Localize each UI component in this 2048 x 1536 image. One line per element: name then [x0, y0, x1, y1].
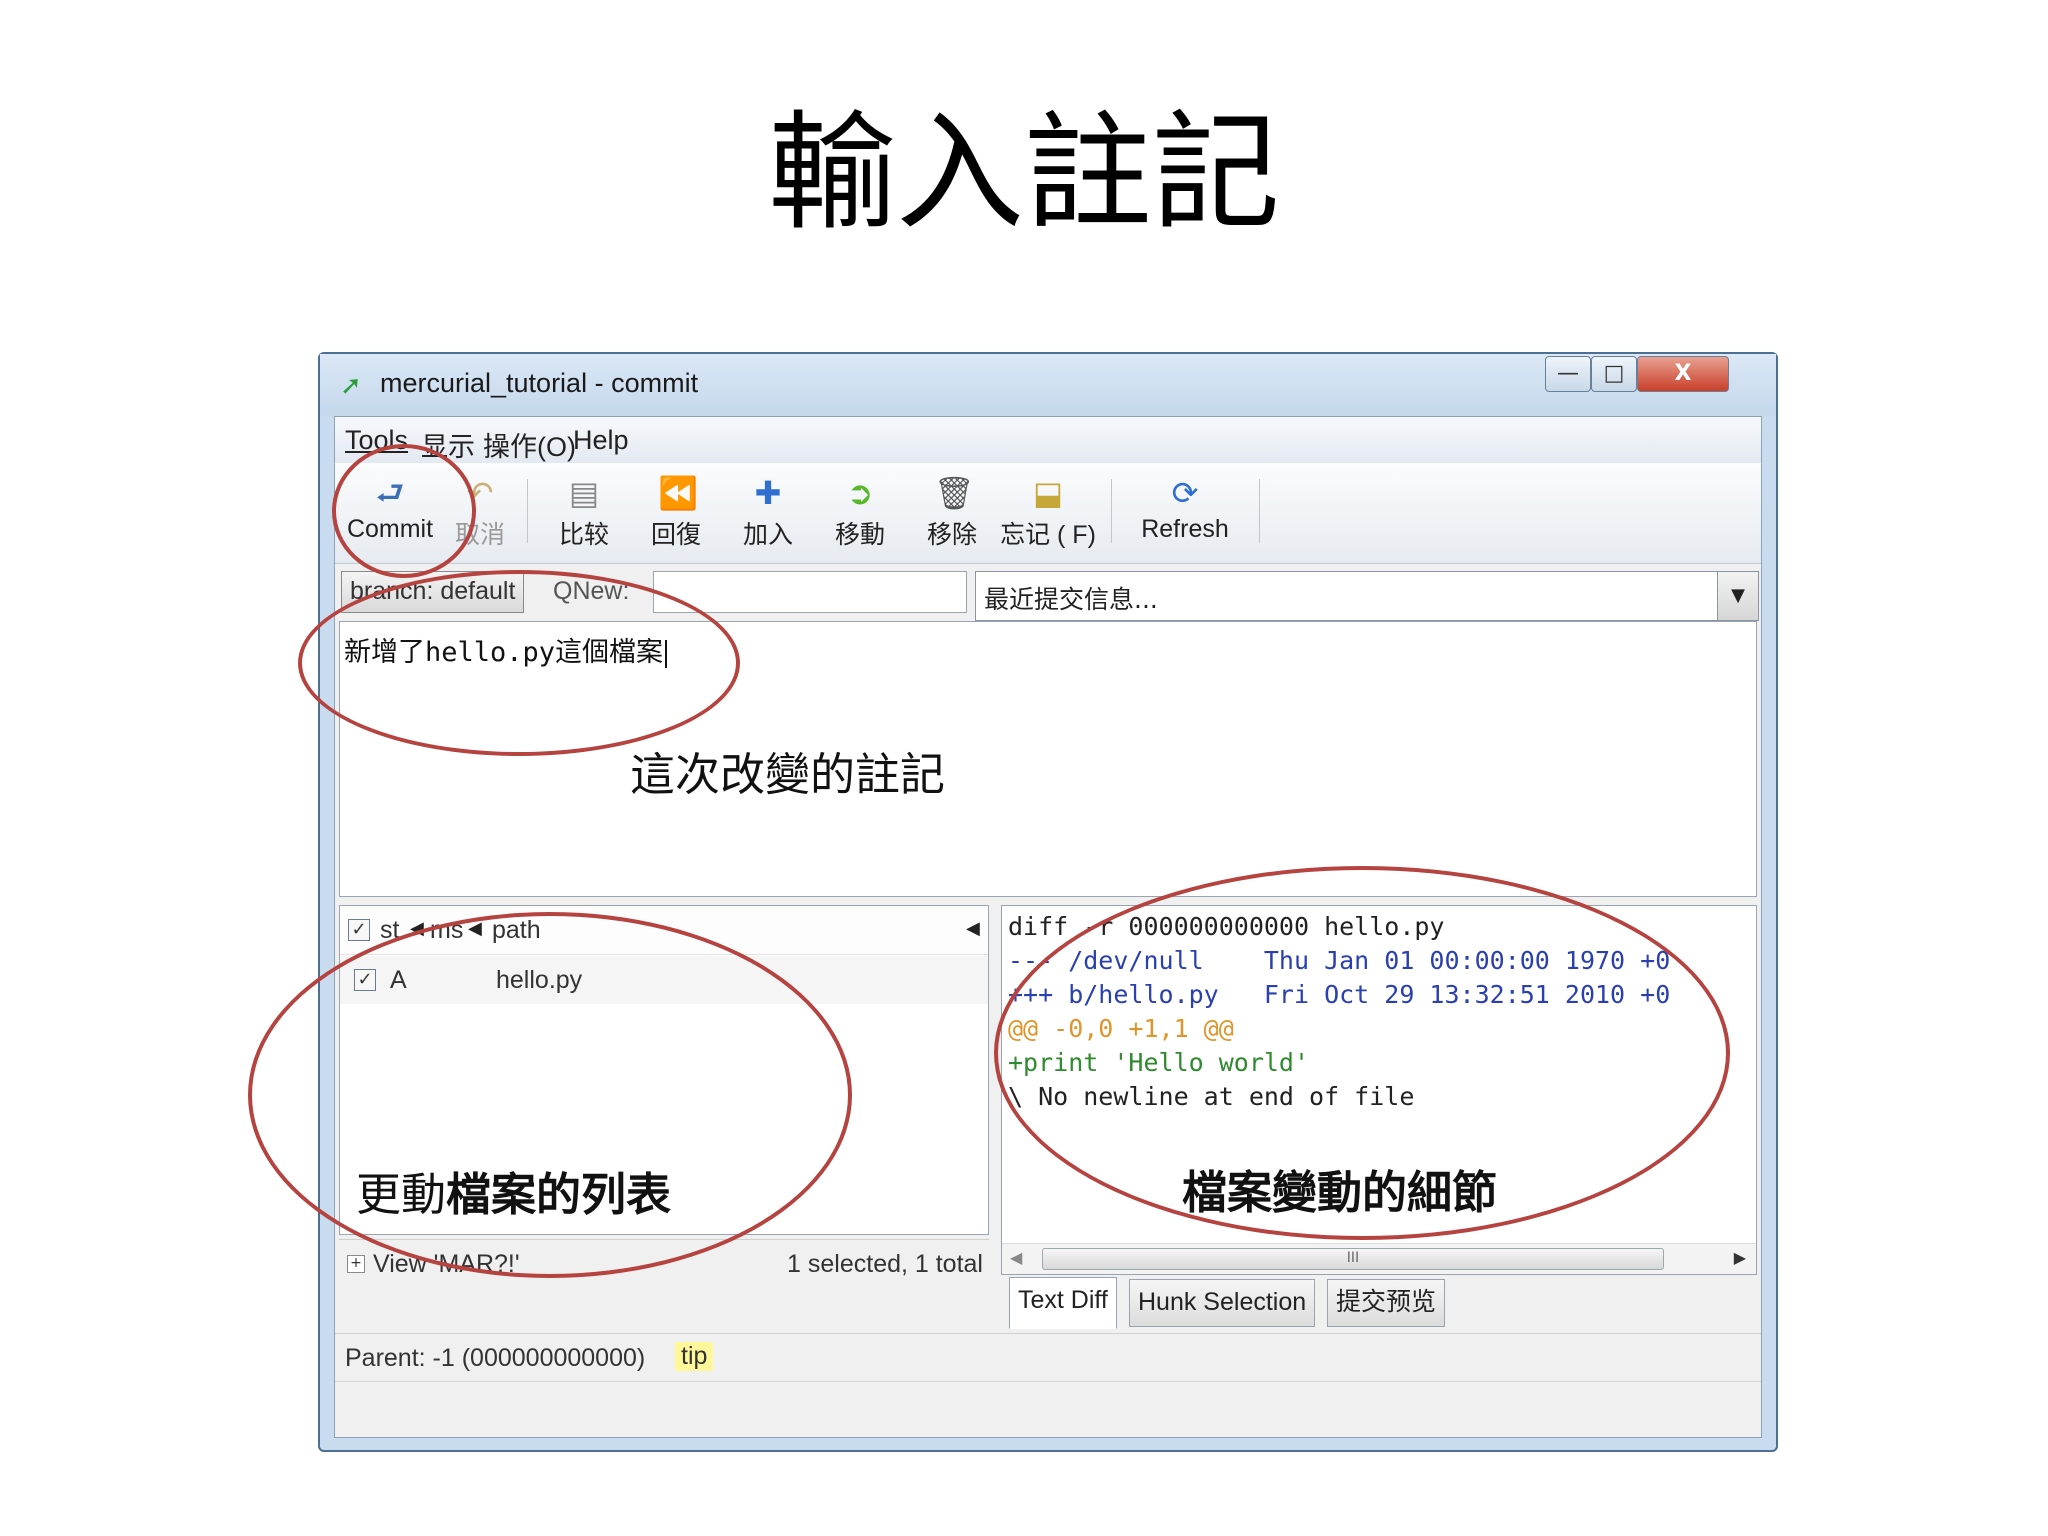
- annotation-circle-commit: [332, 444, 476, 578]
- tab-commit-preview[interactable]: 提交预览: [1327, 1279, 1446, 1327]
- trash-can-icon: 🗑: [934, 474, 975, 512]
- annotation-filelist-prefix: 更動: [356, 1168, 447, 1221]
- minimize-button[interactable]: —: [1545, 356, 1591, 392]
- menu-operations[interactable]: 操作(O): [483, 425, 576, 464]
- mercurial-app-icon: ➚: [340, 371, 362, 401]
- annotation-circle-message: [298, 570, 740, 756]
- rewind-icon: ⏪: [658, 474, 698, 512]
- sort-arrow-icon[interactable]: ◀: [966, 918, 980, 939]
- close-button[interactable]: X: [1637, 356, 1729, 392]
- tab-text-diff[interactable]: Text Diff: [1009, 1277, 1117, 1329]
- forget-stamp-icon: ⬓: [1032, 474, 1064, 512]
- forget-button[interactable]: ⬓ 忘记 ( F): [989, 469, 1107, 555]
- annotation-filelist-note: 更動檔案的列表: [356, 1158, 671, 1223]
- select-all-checkbox[interactable]: ✓: [348, 919, 370, 941]
- toolbar-separator: [527, 479, 528, 543]
- slide-title: 輸入註記: [767, 99, 1280, 248]
- document-icon: ▤: [568, 474, 600, 512]
- chevron-down-icon[interactable]: ▼: [1717, 572, 1758, 620]
- window-title: mercurial_tutorial - commit: [380, 368, 699, 398]
- forget-label: 忘记 ( F): [1000, 521, 1096, 549]
- diff-tabs: Text Diff Hunk Selection 提交预览: [1001, 1277, 1757, 1329]
- toolbar-separator: [1259, 479, 1260, 543]
- status-bar: [335, 1381, 1761, 1438]
- refresh-icon: ⟳: [1171, 474, 1199, 512]
- refresh-button[interactable]: ⟳ Refresh: [1115, 469, 1255, 555]
- toolbar: ⮐ Commit ↶ 取消 ▤ 比较 ⏪ 回復 ✚ 加入 ➲ 移動 🗑 移除 ⬓…: [335, 463, 1761, 564]
- annotation-circle-filelist: [248, 912, 852, 1278]
- annotation-filelist-bold: 檔案的列表: [446, 1168, 672, 1221]
- tip-badge: tip: [675, 1342, 714, 1371]
- refresh-label: Refresh: [1141, 515, 1229, 543]
- selection-count: 1 selected, 1 total: [787, 1250, 983, 1278]
- menu-help[interactable]: Help: [573, 425, 629, 456]
- menu-bar: Tools 显示 操作(O) Help: [335, 417, 1761, 463]
- plus-icon: ✚: [754, 474, 782, 512]
- annotation-message-note: 這次改變的註記: [630, 748, 946, 801]
- toolbar-separator: [1111, 479, 1112, 543]
- recent-messages-text: 最近提交信息...: [984, 585, 1158, 614]
- tab-hunk-selection[interactable]: Hunk Selection: [1129, 1279, 1316, 1327]
- recent-messages-dropdown[interactable]: 最近提交信息... ▼: [975, 571, 1759, 621]
- scroll-thumb[interactable]: III: [1042, 1248, 1664, 1270]
- title-bar[interactable]: ➚ mercurial_tutorial - commit — □ X: [320, 354, 1776, 416]
- move-arrow-icon: ➲: [846, 474, 874, 512]
- annotation-diff-note: 檔案變動的細節: [1182, 1166, 1498, 1219]
- qnew-input[interactable]: [653, 571, 967, 613]
- scroll-right-icon[interactable]: ▶: [1734, 1248, 1746, 1267]
- parent-bar: Parent: -1 (000000000000) tip: [335, 1333, 1761, 1380]
- maximize-button[interactable]: □: [1591, 356, 1637, 392]
- parent-revision: Parent: -1 (000000000000): [345, 1344, 646, 1372]
- horizontal-scrollbar[interactable]: ◀ III ▶: [1002, 1243, 1756, 1274]
- scroll-left-icon[interactable]: ◀: [1010, 1248, 1022, 1267]
- expand-icon[interactable]: +: [347, 1255, 365, 1273]
